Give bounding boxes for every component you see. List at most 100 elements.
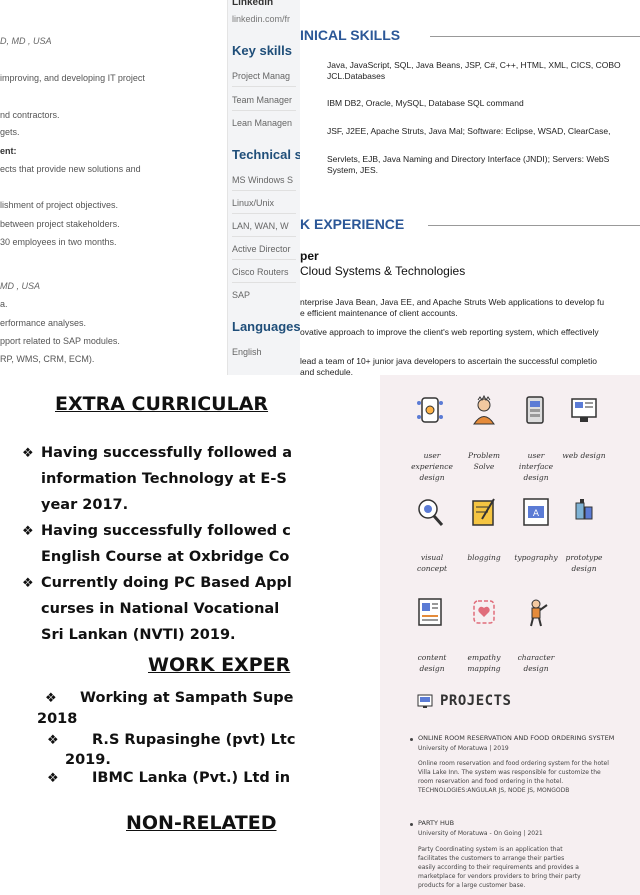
experience-heading: K EXPERIENCE (300, 216, 405, 232)
divider (232, 190, 296, 191)
bullet-dot (410, 823, 413, 826)
skill-line: Servlets, EJB, Java Naming and Directory… (327, 154, 610, 164)
bullet-line: information Technology at E-S (41, 471, 287, 487)
ui-icon (526, 396, 544, 424)
bullet-line: English Course at Oxbridge Co (41, 549, 290, 565)
text-line: lishment of project objectives. (0, 200, 119, 210)
skill-caption: typography (514, 553, 558, 562)
empathy-icon (473, 600, 495, 624)
skill-line: JSF, J2EE, Apache Struts, Java Mal; Soft… (327, 126, 611, 136)
text-line: 30 employees in two months. (0, 237, 117, 247)
skill-caption: content design (417, 653, 447, 673)
bullet-line: Sri Lankan (NVTI) 2019. (41, 627, 236, 643)
company-name: Cloud Systems & Technologies (300, 264, 466, 278)
divider (232, 259, 296, 260)
project-desc: Villa Lake Inn. The system was responsib… (418, 769, 601, 776)
text-line: ent: (0, 146, 17, 156)
heading-rule (430, 36, 640, 37)
project-desc: products for a large customer base. (418, 882, 526, 889)
project-subtitle: University of Moratuwa - On Going | 2021 (418, 830, 543, 837)
technical-item: LAN, WAN, W (232, 221, 289, 231)
technical-item: Active Director (232, 244, 291, 254)
skill-caption: empathy mapping (467, 653, 501, 673)
project-title: ONLINE ROOM RESERVATION AND FOOD ORDERIN… (418, 734, 615, 742)
bullet-line: year 2017. (41, 497, 129, 513)
job-description: e efficient maintenance of client accoun… (300, 308, 458, 318)
skill-line: Java, JavaScript, SQL, Java Beans, JSP, … (327, 60, 621, 70)
bullet-line: Currently doing PC Based Appl (41, 575, 292, 591)
bullet-line: curses in National Vocational (41, 601, 280, 617)
text-line: a. (0, 299, 8, 309)
divider (232, 282, 296, 283)
text-line: nd contractors. (0, 110, 60, 120)
linkedin-url[interactable]: linkedin.com/fr (232, 14, 290, 24)
job-role: per (300, 249, 319, 263)
divider (232, 236, 296, 237)
text-line: improving, and developing IT project (0, 73, 145, 83)
skill-line: System, JES. (327, 165, 379, 175)
heading-rule (428, 225, 640, 226)
extra-curricular-heading: EXTRA CURRICULAR (55, 393, 269, 415)
technical-skills-panel: INICAL SKILLS Java, JavaScript, SQL, Jav… (300, 0, 640, 375)
diamond-bullet-icon: ❖ (47, 771, 59, 786)
skills-heading: INICAL SKILLS (300, 27, 401, 43)
key-skill-item: Lean Managen (232, 118, 293, 128)
blogging-icon (472, 498, 495, 526)
key-skills-title: Key skills (232, 43, 292, 58)
location-line: D, MD , USA (0, 36, 52, 46)
diamond-bullet-icon: ❖ (22, 446, 34, 461)
ux-icon (417, 397, 443, 423)
skill-caption: web design (562, 451, 606, 460)
project-desc: room reservation and food ordering in th… (418, 778, 564, 785)
job-description: nterprise Java Bean, Java EE, and Apache… (300, 297, 605, 307)
skill-caption: prototype design (565, 553, 603, 573)
bullet-dot (410, 738, 413, 741)
diamond-bullet-icon: ❖ (22, 524, 34, 539)
resume-main-column: D, MD , USA improving, and developing IT… (0, 0, 228, 375)
work-line: IBMC Lanka (Pvt.) Ltd in (92, 770, 291, 786)
project-title: PARTY HUB (418, 819, 455, 827)
skill-caption: character design (517, 653, 555, 673)
divider (232, 213, 296, 214)
svg-text:A: A (533, 509, 540, 519)
text-line: erformance analyses. (0, 318, 87, 328)
divider (232, 110, 296, 111)
problem-solve-icon (473, 395, 495, 425)
text-line: between project stakeholders. (0, 219, 120, 229)
bullet-line: Having successfully followed c (41, 523, 291, 539)
portfolio-panel: user experience design Problem Solve use… (380, 375, 640, 895)
technical-item: Linux/Unix (232, 198, 275, 208)
skill-caption: user experience design (411, 451, 453, 482)
content-design-icon (418, 598, 442, 626)
project-desc: facilitates the customers to arrange the… (418, 855, 565, 862)
technical-title: Technical s (232, 147, 300, 162)
project-desc: Online room reservation and food orderin… (418, 760, 609, 767)
web-design-icon (571, 398, 597, 422)
text-line: ects that provide new solutions and (0, 164, 141, 174)
technical-item: SAP (232, 290, 251, 300)
prototype-icon (575, 499, 593, 520)
work-line: R.S Rupasinghe (pvt) Ltc (92, 732, 296, 748)
job-description: lead a team of 10+ junior java developer… (300, 356, 597, 366)
projects-heading: PROJECTS (440, 693, 512, 709)
languages-title: Languages (232, 319, 300, 334)
work-line: 2019. (65, 752, 111, 768)
bullet-line: Having successfully followed a (41, 445, 293, 461)
project-desc: TECHNOLOGIES:ANGULAR JS, NODE JS, MONGOD… (418, 787, 570, 794)
non-related-heading: NON-RELATED (126, 812, 277, 834)
divider (232, 86, 296, 87)
work-experience-heading: WORK EXPER (148, 654, 291, 676)
diamond-bullet-icon: ❖ (45, 691, 57, 706)
key-skill-item: Team Manager (232, 95, 293, 105)
project-subtitle: University of Moratuwa | 2019 (418, 745, 509, 752)
technical-item: Cisco Routers (232, 267, 289, 277)
work-line: Working at Sampath Supe (80, 690, 294, 706)
text-line: pport related to SAP modules. (0, 336, 120, 346)
gap-area (300, 375, 380, 895)
key-skill-item: Project Manag (232, 71, 291, 81)
projects-icon (417, 694, 433, 708)
diamond-bullet-icon: ❖ (22, 576, 34, 591)
extra-curricular-panel: EXTRA CURRICULAR ❖ Having successfully f… (0, 375, 300, 895)
work-line: 2018 (37, 711, 78, 727)
skill-line: JCL.Databases (327, 71, 386, 81)
